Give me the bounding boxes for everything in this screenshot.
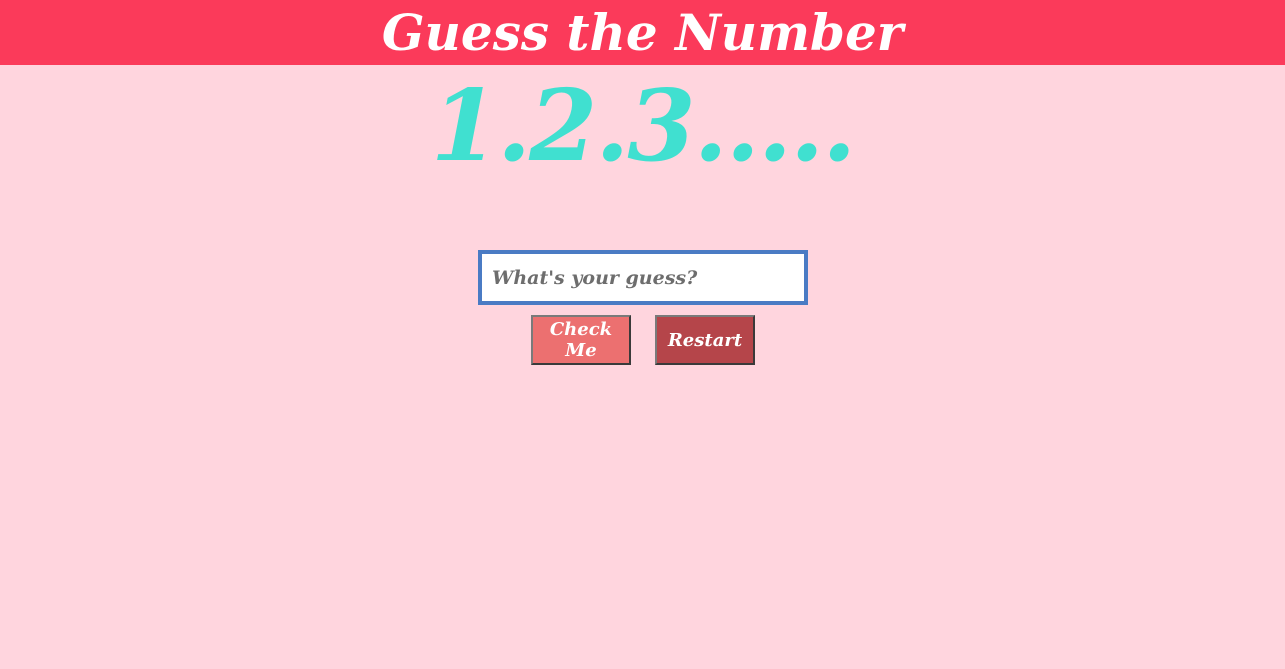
check-button[interactable]: Check Me [531, 315, 631, 365]
page-title: Guess the Number [381, 3, 904, 62]
app-header: Guess the Number [0, 0, 1285, 65]
restart-button[interactable]: Restart [655, 315, 755, 365]
number-display: 1.2.3..... [430, 69, 856, 184]
guess-input[interactable] [478, 250, 808, 305]
